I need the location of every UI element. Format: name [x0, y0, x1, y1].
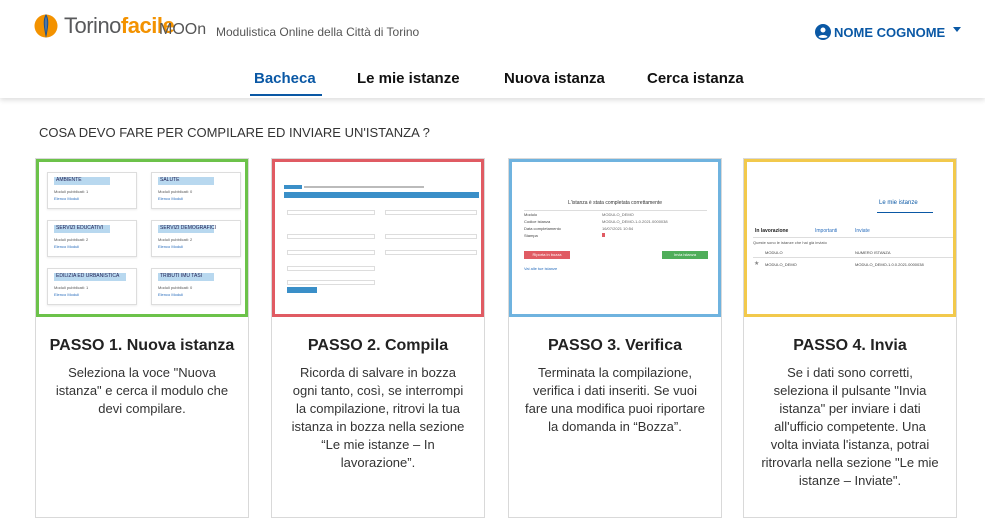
preview-box-servizi-educativi: SERVIZI EDUCATIVI Moduli pubblicati: 2 E… — [47, 220, 137, 257]
step-4-preview: Le mie istanze In lavorazione Importanti… — [744, 159, 956, 317]
nav-bacheca[interactable]: Bacheca — [254, 70, 316, 87]
step-3-preview: L'istanza è stata completata correttamen… — [509, 159, 721, 317]
step-card-4: Le mie istanze In lavorazione Importanti… — [743, 158, 957, 518]
user-menu-button[interactable]: NOME COGNOME — [815, 24, 945, 40]
step-2-preview — [272, 159, 484, 317]
step-card-3: L'istanza è stata completata correttamen… — [508, 158, 722, 518]
step-2-title: PASSO 2. Compila — [307, 337, 449, 354]
nav-nuova-istanza[interactable]: Nuova istanza — [504, 70, 605, 87]
star-icon: ★ — [754, 261, 760, 267]
step-card-2: PASSO 2. Compila Ricorda di salvare in b… — [271, 158, 485, 518]
brand-logo[interactable]: Torinofacile — [64, 13, 175, 39]
preview-box-salute: SALUTE Moduli pubblicati: 0 Elenco Modul… — [151, 172, 241, 209]
app-subtitle: Modulistica Online della Città di Torino — [216, 25, 420, 39]
step-3-title: PASSO 3. Verifica — [548, 337, 682, 354]
nav-le-mie-istanze[interactable]: Le mie istanze — [357, 70, 460, 87]
brand-prefix: Torino — [64, 13, 121, 38]
nav-cerca-istanza[interactable]: Cerca istanza — [647, 70, 744, 87]
preview-box-servizi-demografici: SERVIZI DEMOGRAFICI Moduli pubblicati: 2… — [151, 220, 241, 257]
step-4-title: PASSO 4. Invia — [793, 337, 907, 354]
preview-page-title: Le mie istanze — [879, 200, 918, 206]
page-question: COSA DEVO FARE PER COMPILARE ED INVIARE … — [39, 125, 430, 140]
preview-completed-banner: L'istanza è stata completata correttamen… — [567, 200, 663, 206]
preview-form-header — [284, 192, 479, 198]
chevron-down-icon[interactable] — [953, 27, 961, 32]
user-name: NOME COGNOME — [834, 24, 946, 40]
torino-logo-icon — [34, 14, 58, 38]
preview-invia-button: Invia istanza — [662, 251, 708, 259]
preview-riporta-button: Riporta in bozza — [524, 251, 570, 259]
preview-box-ambiente: AMBIENTE Moduli pubblicati: 1 Elenco Mod… — [47, 172, 137, 209]
step-1-title: PASSO 1. Nuova istanza — [49, 337, 235, 354]
main-nav: Bacheca Le mie istanze Nuova istanza Cer… — [0, 70, 985, 90]
step-4-text: Se i dati sono corretti, seleziona il pu… — [761, 365, 939, 488]
app-header: Torinofacile MOOn Modulistica Online del… — [0, 0, 985, 98]
step-card-1: AMBIENTE Moduli pubblicati: 1 Elenco Mod… — [35, 158, 249, 518]
active-tab-underline — [250, 94, 322, 96]
preview-save-button — [287, 287, 317, 293]
user-avatar-icon — [815, 24, 831, 40]
preview-box-tributi: TRIBUTI IMU TASI Moduli pubblicati: 0 El… — [151, 268, 241, 305]
step-2-text: Ricorda di salvare in bozza ogni tanto, … — [291, 365, 465, 470]
step-1-text: Seleziona la voce "Nuova istanza" e cerc… — [55, 365, 229, 416]
app-name: MOOn — [159, 21, 207, 38]
step-3-text: Terminata la compilazione, verifica i da… — [525, 365, 705, 434]
step-1-preview: AMBIENTE Moduli pubblicati: 1 Elenco Mod… — [36, 159, 248, 317]
preview-box-edilizia: EDILIZIA ED URBANISTICA Moduli pubblicat… — [47, 268, 137, 305]
